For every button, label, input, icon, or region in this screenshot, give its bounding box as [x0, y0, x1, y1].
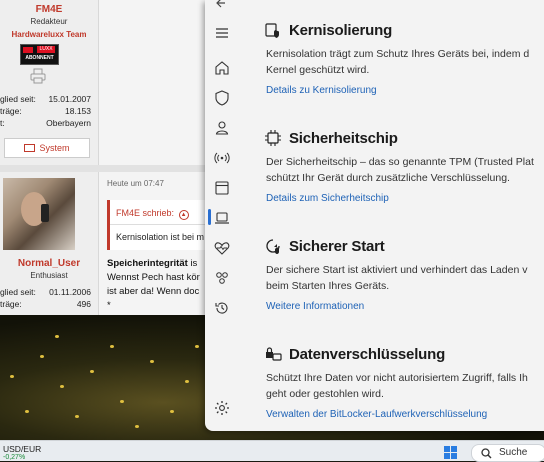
chip-icon: [265, 130, 281, 146]
system-button[interactable]: System: [4, 138, 90, 158]
family-icon[interactable]: [213, 269, 231, 287]
post-separator: [0, 165, 230, 172]
user-role: Enthusiast: [30, 271, 68, 280]
luxx-abonnent-badge: LUXX ABONNENT: [20, 44, 59, 65]
windows-start-icon[interactable]: [444, 446, 458, 460]
section-description: Schützt Ihre Daten vor nicht autorisiert…: [266, 372, 528, 384]
secure-boot-icon: [266, 239, 280, 254]
wireless-icon[interactable]: [213, 149, 231, 167]
section-title: Sicherer Start: [289, 238, 385, 255]
hamburger-menu-icon[interactable]: [213, 24, 231, 42]
history-icon[interactable]: [213, 299, 231, 317]
user-sidebar-fm4e: FM4E Redakteur Hardwareluxx Team LUXX AB…: [0, 0, 99, 165]
avatar[interactable]: [3, 178, 75, 250]
quote-text: Kernisolation ist bei m: [116, 232, 205, 242]
user-team: Hardwareluxx Team: [11, 30, 87, 39]
back-arrow-icon[interactable]: [213, 0, 231, 12]
data-encryption-icon: [266, 347, 282, 361]
forum-page: FM4E Redakteur Hardwareluxx Team LUXX AB…: [0, 0, 230, 315]
sicherheitschip-details-link[interactable]: Details zum Sicherheitschip: [266, 193, 389, 204]
post-timestamp[interactable]: Heute um 07:47: [107, 179, 164, 188]
flag-icon: [23, 47, 33, 53]
device-laptop-icon[interactable]: [213, 209, 231, 227]
windows-security-window: Kernisolierung Kernisolation trägt zum S…: [205, 0, 544, 431]
section-description: geht oder gestohlen wird.: [266, 388, 384, 400]
device-security-content: Kernisolierung Kernisolation trägt zum S…: [265, 0, 544, 431]
app-browser-icon[interactable]: [213, 179, 231, 197]
post-line: ist aber da! Wenn doc: [107, 286, 200, 297]
section-description: schützt Ihr Gerät durch zusätzliche Vers…: [266, 172, 510, 184]
section-description: beim Starten Ihres Geräts.: [266, 280, 390, 292]
post-line: Wennst Pech hast kör: [107, 272, 200, 283]
home-icon[interactable]: [213, 59, 231, 77]
account-icon[interactable]: [213, 119, 231, 137]
post-line: *: [107, 300, 111, 311]
settings-gear-icon[interactable]: [213, 399, 231, 417]
section-description: Kernisolation trägt zum Schutz Ihres Ger…: [266, 48, 530, 60]
taskbar-search[interactable]: Suche: [471, 444, 544, 462]
section-description: Kernel geschützt wird.: [266, 64, 370, 76]
shield-icon[interactable]: [213, 89, 231, 107]
nav-rail: [205, 0, 240, 431]
weitere-informationen-link[interactable]: Weitere Informationen: [266, 301, 364, 312]
bitlocker-manage-link[interactable]: Verwalten der BitLocker-Laufwerkverschlü…: [266, 409, 487, 420]
arrow-up-icon[interactable]: ▲: [178, 210, 189, 220]
core-isolation-icon: [265, 23, 279, 38]
section-description: Der sichere Start ist aktiviert und verh…: [266, 264, 528, 276]
section-title: Kernisolierung: [289, 22, 393, 39]
section-title: Datenverschlüsselung: [289, 346, 446, 363]
printer-icon[interactable]: [30, 68, 46, 84]
section-title: Sicherheitschip: [289, 130, 398, 147]
post-line: Speicherintegrität is: [107, 258, 198, 269]
quote-author[interactable]: FM4E schrieb: ▲: [116, 208, 189, 220]
nav-active-indicator: [208, 209, 211, 225]
search-icon: [481, 448, 492, 459]
monitor-icon: [24, 143, 36, 152]
username-fm4e[interactable]: FM4E: [0, 4, 98, 15]
stock-ticker-name[interactable]: USD/EUR: [3, 444, 41, 454]
heart-icon[interactable]: [213, 239, 231, 257]
kernisolierung-details-link[interactable]: Details zu Kernisolierung: [266, 85, 377, 96]
section-description: Der Sicherheitschip – das so genannte TP…: [266, 156, 534, 168]
taskbar: USD/EUR -0,27% Suche: [0, 440, 544, 462]
username-normal-user[interactable]: Normal_User: [0, 258, 98, 269]
user-role: Redakteur: [30, 17, 68, 26]
